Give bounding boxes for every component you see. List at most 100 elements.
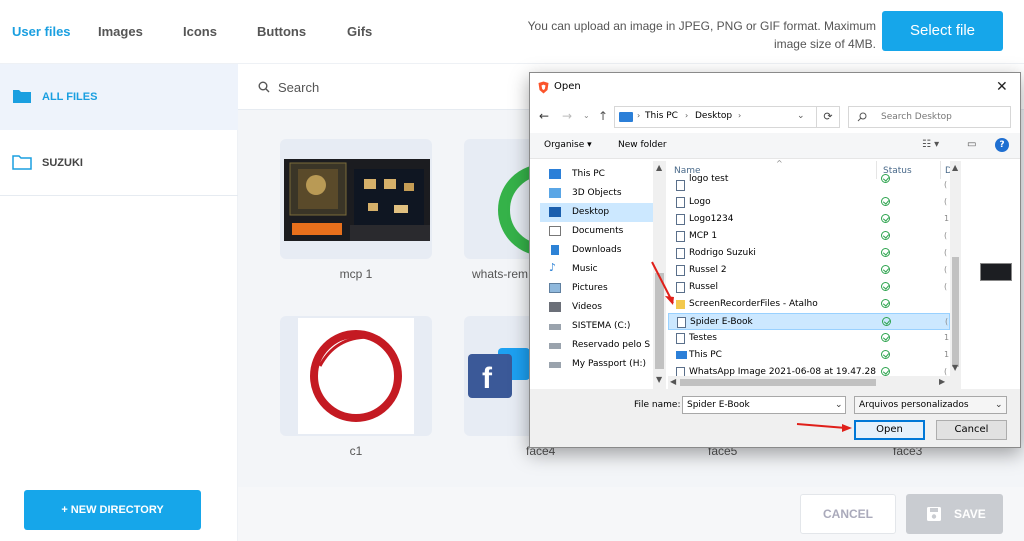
chevron-down-icon[interactable]: ⌄	[583, 111, 590, 120]
file-row-name: Logo1234	[689, 214, 734, 224]
chevron-down-icon[interactable]: ⌄	[835, 400, 843, 410]
scrollbar-thumb[interactable]	[952, 257, 959, 367]
file-row[interactable]: Russel (	[668, 279, 950, 296]
search-input[interactable]: Search	[278, 80, 319, 95]
back-icon[interactable]: ←	[539, 109, 549, 123]
nav-item-desktop[interactable]: Desktop	[540, 203, 653, 222]
sync-status-icon	[882, 317, 891, 326]
close-icon[interactable]: ✕	[996, 79, 1008, 95]
chevron-down-icon[interactable]: ⌄	[797, 111, 805, 121]
tab-images[interactable]: Images	[98, 24, 143, 39]
file-row-name: logo test	[689, 174, 729, 184]
breadcrumb-desktop[interactable]: Desktop	[695, 111, 732, 121]
select-file-button[interactable]: Select file	[882, 11, 1003, 51]
forward-icon[interactable]: →	[562, 109, 572, 123]
sidebar-item-suzuki[interactable]: SUZUKI	[0, 130, 238, 196]
file-row[interactable]: ScreenRecorderFiles - Atalho	[668, 296, 950, 313]
cancel-button[interactable]: CANCEL	[800, 494, 896, 534]
file-name-field[interactable]: Spider E-Book ⌄	[682, 396, 846, 414]
nav-item-this-pc[interactable]: This PC	[540, 165, 653, 184]
view-options-icon[interactable]: ☷ ▾	[922, 139, 939, 150]
file-row-name: Russel 2	[689, 265, 727, 275]
nav-item-reservado[interactable]: Reservado pelo S	[540, 336, 653, 355]
nav-item-downloads[interactable]: Downloads	[540, 241, 653, 260]
file-row[interactable]: Russel 2 (	[668, 262, 950, 279]
dialog-cancel-button[interactable]: Cancel	[936, 420, 1007, 440]
file-row[interactable]: logo test (	[668, 174, 950, 194]
file-row-date: (	[944, 282, 948, 291]
scrollbar-thumb[interactable]	[655, 273, 664, 369]
file-row-date: (	[945, 317, 949, 326]
drive-icon	[549, 362, 561, 368]
nav-item-3d-objects[interactable]: 3D Objects	[540, 184, 653, 203]
dialog-title-bar[interactable]: Open ✕	[530, 73, 1020, 102]
tab-buttons[interactable]: Buttons	[257, 24, 306, 39]
document-icon	[676, 282, 685, 293]
nav-item-label: Music	[572, 264, 598, 274]
address-bar[interactable]: › This PC › Desktop › ⌄	[614, 106, 840, 128]
folder-outline-icon	[12, 155, 32, 170]
folder-icon	[676, 300, 685, 309]
file-card[interactable]	[280, 139, 432, 259]
chevron-down-icon[interactable]: ▼	[952, 363, 958, 372]
top-bar: User files Images Icons Buttons Gifs You…	[0, 0, 1024, 64]
file-row[interactable]: Logo1234 1	[668, 211, 950, 228]
nav-item-music[interactable]: ♪ Music	[540, 260, 653, 279]
tab-user-files[interactable]: User files	[12, 24, 71, 39]
new-directory-button[interactable]: + NEW DIRECTORY	[24, 490, 201, 530]
preview-pane-icon[interactable]: ▭	[967, 139, 976, 150]
breadcrumb-separator: ›	[685, 111, 689, 120]
nav-item-documents[interactable]: Documents	[540, 222, 653, 241]
breadcrumb-separator: ›	[738, 111, 742, 120]
file-row-date: (	[944, 197, 948, 206]
search-icon	[857, 112, 867, 122]
search-icon	[258, 81, 270, 93]
new-folder-button[interactable]: New folder	[618, 140, 667, 150]
save-button[interactable]: SAVE	[906, 494, 1003, 534]
scrollbar[interactable]: ▲ ▼	[950, 161, 961, 389]
download-icon	[551, 245, 559, 255]
dialog-bottom-area: File name: Spider E-Book ⌄ Arquivos pers…	[530, 389, 1020, 447]
file-row[interactable]: Rodrigo Suzuki (	[668, 245, 950, 262]
tab-icons[interactable]: Icons	[183, 24, 217, 39]
chevron-down-icon[interactable]: ▼	[656, 375, 662, 384]
chevron-left-icon[interactable]: ◀	[670, 377, 676, 386]
dialog-title: Open	[554, 81, 581, 92]
divider	[0, 195, 238, 196]
open-button[interactable]: Open	[854, 420, 925, 440]
organise-button[interactable]: Organise ▾	[544, 140, 592, 150]
file-row-name: MCP 1	[689, 231, 718, 241]
chevron-right-icon[interactable]: ▶	[939, 377, 945, 386]
scrollbar-thumb[interactable]	[680, 379, 876, 386]
scrollbar[interactable]: ▲ ▼	[653, 161, 666, 389]
help-icon[interactable]: ?	[995, 138, 1009, 152]
nav-item-my-passport[interactable]: My Passport (H:)	[540, 355, 653, 374]
file-row[interactable]: Spider E-Book (	[668, 313, 950, 330]
sync-status-icon	[881, 299, 890, 308]
document-icon	[676, 231, 685, 242]
sidebar-item-all-files[interactable]: ALL FILES	[0, 64, 238, 130]
tab-gifs[interactable]: Gifs	[347, 24, 372, 39]
file-row-date: 1	[944, 333, 950, 342]
nav-item-videos[interactable]: Videos	[540, 298, 653, 317]
refresh-button[interactable]: ⟳	[816, 106, 840, 128]
file-card[interactable]	[280, 316, 432, 436]
file-type-select[interactable]: Arquivos personalizados ⌄	[854, 396, 1007, 414]
nav-item-label: Downloads	[572, 245, 622, 255]
chevron-up-icon[interactable]: ▲	[656, 163, 662, 172]
pictures-icon	[549, 283, 561, 293]
sync-status-icon	[881, 265, 890, 274]
breadcrumb-this-pc[interactable]: This PC	[645, 111, 678, 121]
horizontal-scrollbar[interactable]: ◀ ▶	[668, 376, 950, 389]
nav-item-sistema[interactable]: SISTEMA (C:)	[540, 317, 653, 336]
file-row[interactable]: This PC 1	[668, 347, 950, 364]
file-row[interactable]: Logo (	[668, 194, 950, 211]
up-icon[interactable]: ↑	[598, 109, 608, 123]
file-row[interactable]: MCP 1 (	[668, 228, 950, 245]
chevron-up-icon[interactable]: ▲	[952, 163, 958, 172]
nav-item-pictures[interactable]: Pictures	[540, 279, 653, 298]
search-desktop-field[interactable]: Search Desktop	[848, 106, 1011, 128]
search-input[interactable]: Search Desktop	[881, 112, 952, 122]
sort-ascending-icon: ^	[776, 159, 783, 168]
file-row[interactable]: Testes 1	[668, 330, 950, 347]
